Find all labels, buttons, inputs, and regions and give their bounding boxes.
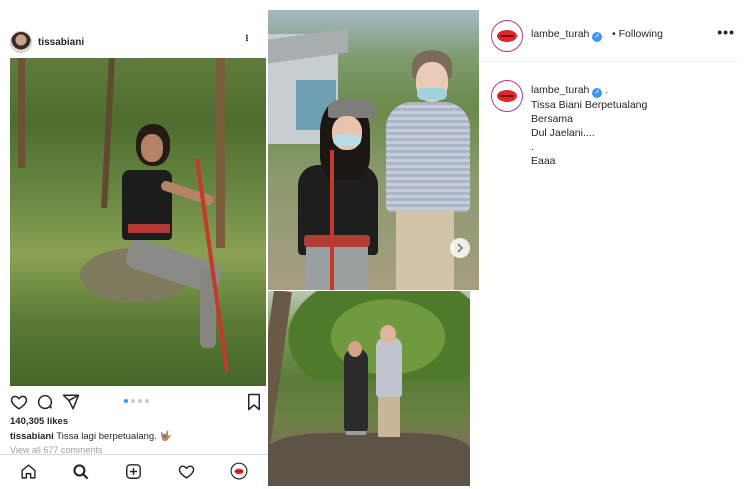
lips-logo-icon <box>497 30 517 42</box>
carousel-dot <box>131 399 135 403</box>
photo-person-legs <box>306 247 368 290</box>
photo-rock <box>268 433 470 486</box>
avatar[interactable] <box>491 20 523 52</box>
carousel-dot <box>145 399 149 403</box>
photo-person-mask <box>333 134 361 146</box>
username-text[interactable]: lambe_turah <box>531 84 589 96</box>
carousel-dot <box>124 399 128 403</box>
avatar[interactable] <box>10 31 32 53</box>
comment-suffix: . <box>605 84 609 96</box>
bookmark-icon[interactable] <box>246 393 262 411</box>
photo-person-legs <box>396 210 454 290</box>
comment-username[interactable]: lambe_turah ✓ . <box>531 84 608 98</box>
likes-count[interactable]: 140,305 likes <box>10 416 68 427</box>
caption-text: Tissa Biani Berpetualang Bersama Dul Jae… <box>531 98 647 168</box>
more-options-icon[interactable]: ••• <box>717 24 735 40</box>
comment-icon[interactable] <box>36 393 54 411</box>
post-photo-collage <box>268 10 480 486</box>
left-instagram-post: tissabiani ... 140,305 likes tissabiani … <box>0 0 268 489</box>
photo-person-face <box>380 325 396 343</box>
avatar[interactable] <box>491 80 523 112</box>
photo-person-face <box>348 341 362 357</box>
photo-person-hat <box>328 98 376 118</box>
verified-badge-icon: ✓ <box>592 88 603 98</box>
photo-person-body <box>376 337 402 397</box>
post-username[interactable]: lambe_turah ✓ <box>531 28 603 42</box>
caption-line: Dul Jaelani.... <box>531 127 595 139</box>
caption-username[interactable]: tissabiani <box>10 431 54 442</box>
post-header: tissabiani ... <box>0 26 268 58</box>
view-all-comments-link[interactable]: View all 677 comments <box>10 445 102 454</box>
activity-heart-icon[interactable] <box>176 461 196 481</box>
caption-line: Tissa Biani Berpetualang <box>531 99 648 111</box>
carousel-photo[interactable] <box>268 291 470 486</box>
heart-icon[interactable] <box>10 393 28 411</box>
profile-avatar-icon[interactable] <box>229 461 249 481</box>
photo-tree <box>18 58 25 168</box>
following-button[interactable]: Following <box>619 28 663 40</box>
photo-person-body <box>386 102 470 212</box>
photo-tree <box>101 58 115 209</box>
photo-person-body <box>344 349 368 431</box>
verified-badge-icon: ✓ <box>592 32 603 42</box>
photo-person-belt <box>128 224 170 233</box>
home-icon[interactable] <box>18 461 38 481</box>
share-icon[interactable] <box>62 393 80 411</box>
caption-line: . <box>531 141 534 153</box>
search-icon[interactable] <box>70 461 90 481</box>
caption-text: Tissa lagi berpetualang. 🤟🏽 <box>56 431 172 442</box>
post-detail-panel: lambe_turah ✓ • Following ••• lambe_turah… <box>481 10 739 486</box>
post-header: lambe_turah ✓ • Following ••• <box>481 10 739 62</box>
photo-person-face <box>141 134 163 162</box>
separator-dot: • <box>612 28 616 40</box>
photo-tree <box>216 58 225 248</box>
photo-person-mask <box>417 88 447 100</box>
photo-person-legs <box>378 395 400 437</box>
carousel-indicator <box>124 399 149 403</box>
photo-hiking-stick <box>330 150 334 290</box>
caption-line: Bersama <box>531 113 574 125</box>
chevron-right-icon[interactable] <box>450 238 470 258</box>
photo-person-belt <box>304 235 370 247</box>
post-actions <box>10 391 262 413</box>
lips-logo-icon <box>497 90 517 102</box>
more-options-icon[interactable]: ... <box>243 34 257 41</box>
following-status[interactable]: • Following <box>612 28 663 40</box>
post-username[interactable]: tissabiani <box>38 37 84 48</box>
username-text[interactable]: lambe_turah <box>531 28 589 40</box>
post-photo[interactable] <box>10 58 266 386</box>
post-caption: tissabiani Tissa lagi berpetualang. 🤟🏽 <box>10 431 171 442</box>
carousel-photo[interactable] <box>268 10 479 290</box>
bottom-tab-bar <box>0 454 268 486</box>
carousel-dot <box>138 399 142 403</box>
caption-line: Eaaa <box>531 155 556 167</box>
new-post-icon[interactable] <box>123 461 143 481</box>
